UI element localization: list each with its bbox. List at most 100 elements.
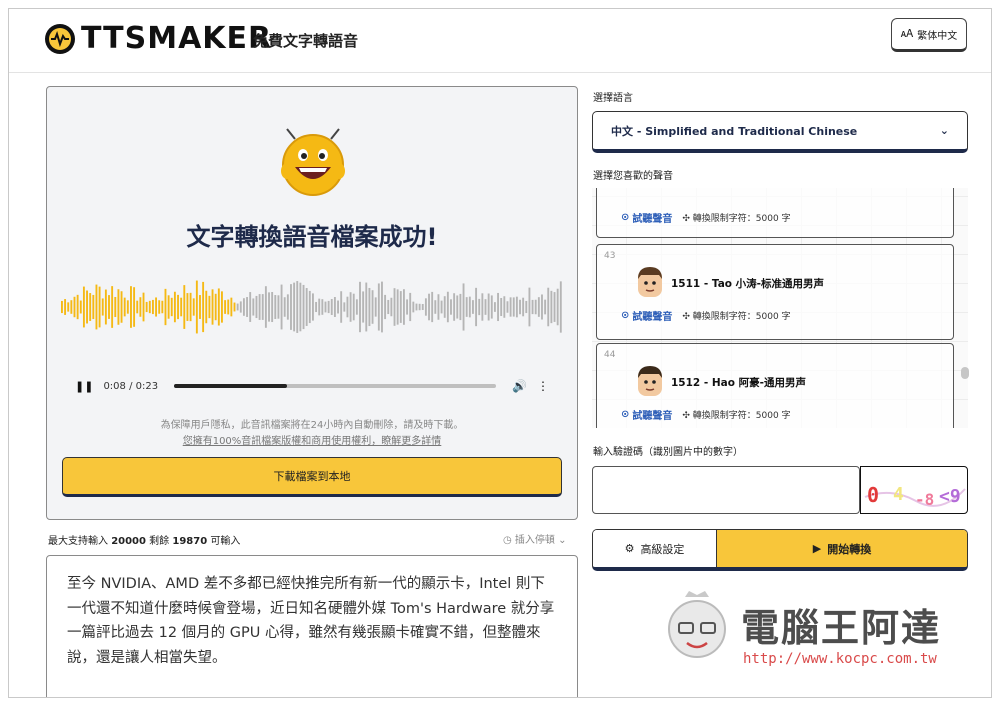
waveform-bar — [418, 303, 421, 311]
waveform-bar — [211, 289, 214, 325]
waveform-bar — [434, 300, 437, 314]
waveform-bar — [421, 303, 424, 311]
tagline: 免費文字轉語音 — [253, 32, 359, 50]
waveform-bar — [324, 301, 327, 313]
waveform-bar — [431, 291, 434, 323]
waveform-bar — [64, 299, 67, 315]
waveform-bar — [472, 300, 474, 314]
waveform-bar — [321, 299, 324, 315]
waveform-bar — [227, 299, 230, 315]
waveform-bar — [528, 287, 531, 327]
waveform-bar — [230, 297, 233, 317]
waveform-bar — [478, 298, 481, 316]
waveform-bar — [123, 297, 126, 317]
voice-card[interactable]: ⊙ 試聽聲音 ✣ 轉換限制字符：5000 字 — [596, 188, 954, 238]
waveform-bar — [490, 295, 493, 319]
char-limit: ✣ 轉換限制字符：5000 字 — [682, 312, 791, 322]
listen-button[interactable]: ⊙ 試聽聲音 — [621, 210, 672, 225]
waveform-bar — [214, 293, 217, 321]
listen-button[interactable]: ⊙ 試聽聲音 — [621, 308, 672, 323]
waveform-bar — [415, 303, 418, 311]
success-title: 文字轉換語音檔案成功! — [186, 223, 438, 251]
license-link[interactable]: 您擁有100%音訊檔案版權和商用使用權利，瞭解更多詳情 — [47, 432, 577, 447]
waveform-bar — [180, 297, 183, 317]
seek-bar[interactable] — [174, 384, 497, 388]
waveform-bar — [95, 284, 98, 330]
voice-actions: ⊙ 試聽聲音 ✣ 轉換限制字符：5000 字 — [621, 308, 791, 323]
waveform-bar — [305, 288, 308, 326]
waveform-bar — [274, 295, 277, 319]
waveform-bar — [522, 297, 525, 317]
language-label: 選擇語言 — [593, 93, 633, 104]
start-convert-button[interactable]: ▶ 開始轉換 — [717, 530, 967, 567]
waveform-bar — [221, 291, 223, 323]
waveform-bar — [186, 293, 189, 321]
waveform-bar — [246, 297, 248, 317]
volume-icon[interactable]: 🔊 — [512, 379, 527, 393]
voice-card[interactable]: 43 1511 - Tao 小涛-标准通用男声 ⊙ 試聽聲音 ✣ 轉換限制字符：5… — [596, 244, 954, 340]
waveform-bar — [456, 295, 459, 319]
insert-pause-button[interactable]: ◷ 插入停頓 ⌄ — [503, 531, 567, 546]
captcha-image[interactable]: 0 4 -8 <9 — [860, 466, 968, 514]
waveform-bar — [443, 296, 446, 318]
site-watermark: 電腦王阿達 http://www.kocpc.com.tw — [659, 589, 969, 669]
waveform-bar — [393, 288, 396, 326]
captcha-input[interactable] — [592, 466, 860, 514]
waveform-bar — [217, 288, 220, 326]
waveform-bar — [302, 284, 305, 330]
waveform-bar — [503, 296, 506, 318]
captcha-label: 輸入驗證碼（識別圖片中的數字） — [593, 447, 743, 458]
waveform-bar — [261, 294, 264, 320]
logo[interactable]: TTSMAKER — [45, 21, 272, 56]
language-switch-button[interactable]: 🗚 繁体中文 — [891, 18, 967, 52]
waveform-bar — [553, 292, 556, 322]
waveform-bar — [318, 298, 321, 316]
download-button[interactable]: 下載檔案到本地 — [62, 457, 562, 497]
waveform-bar — [286, 294, 289, 320]
waveform-bar — [133, 287, 136, 327]
waveform-bar — [440, 300, 443, 314]
char-count-line: 最大支持輸入 20000 剩餘 19870 可輸入 — [48, 536, 241, 547]
waveform-bar — [365, 282, 368, 332]
waveform-bar — [92, 294, 95, 320]
waveform-bar — [315, 301, 318, 313]
waveform-bar — [550, 290, 553, 324]
seek-bar-fill — [174, 384, 287, 388]
advanced-settings-button[interactable]: ⚙ 高級設定 — [593, 530, 717, 567]
waveform-bar — [73, 296, 76, 318]
pause-icon[interactable]: ❚❚ — [75, 380, 93, 393]
play-circle-icon: ⊙ — [621, 212, 630, 223]
waveform-bar — [82, 286, 85, 328]
waveform-bar — [299, 282, 302, 332]
waveform-bar — [98, 286, 101, 328]
waveform-bar — [164, 288, 167, 326]
waveform-bar — [161, 300, 164, 314]
waveform-bar — [512, 297, 515, 317]
chevron-down-icon: ⌄ — [939, 124, 949, 137]
voice-card[interactable]: 44 1512 - Hao 阿豪-通用男声 ⊙ 試聽聲音 ✣ 轉換限制字符：500… — [596, 343, 954, 428]
waveform-bar — [541, 294, 543, 320]
waveform-bar — [390, 297, 393, 317]
waveform-bar — [308, 290, 311, 324]
voice-number: 44 — [604, 350, 616, 360]
waveform-bar — [497, 292, 499, 322]
waveform-bar — [239, 301, 242, 313]
svg-text:0: 0 — [867, 483, 879, 507]
text-input-area[interactable]: 至今 NVIDIA、AMD 差不多都已經快推完所有新一代的顯示卡，Intel 則… — [46, 555, 578, 697]
waveform-bar — [487, 293, 490, 321]
listen-button[interactable]: ⊙ 試聽聲音 — [621, 407, 672, 422]
waveform-bar — [424, 298, 427, 316]
waveform-bar — [236, 303, 239, 311]
waveform-bar — [283, 297, 286, 317]
avatar — [638, 267, 662, 297]
language-select[interactable]: 中文 - Simplified and Traditional Chinese … — [592, 111, 968, 153]
action-bar: ⚙ 高級設定 ▶ 開始轉換 — [592, 529, 968, 571]
waveform-bar — [349, 292, 352, 322]
waveform-bar — [534, 299, 537, 315]
more-options-icon[interactable]: ⋮ — [537, 379, 549, 393]
waveform-bar — [139, 297, 142, 317]
waveform-bar — [500, 297, 503, 317]
waveform-bar — [362, 291, 365, 323]
voice-list[interactable]: ⊙ 試聽聲音 ✣ 轉換限制字符：5000 字 43 1511 - Tao 小涛-标… — [592, 188, 968, 428]
voice-list-scrollbar[interactable] — [961, 367, 969, 379]
